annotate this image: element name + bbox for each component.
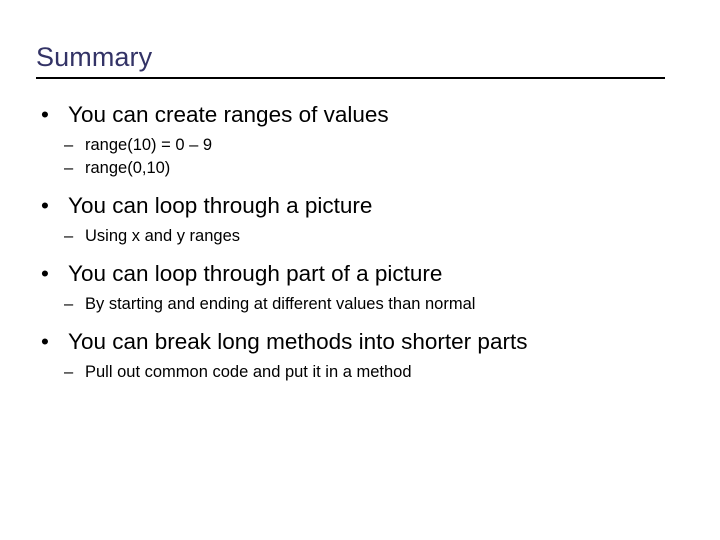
- dash-marker-icon: –: [64, 363, 74, 381]
- title-divider: [36, 77, 665, 79]
- sub-bullet-text: range(0,10): [85, 159, 171, 177]
- dash-marker-icon: –: [64, 159, 74, 177]
- bullet-group: • You can break long methods into shorte…: [0, 327, 720, 384]
- bullet-item: • You can break long methods into shorte…: [0, 327, 720, 357]
- bullet-marker-icon: •: [41, 329, 49, 354]
- slide-body: • You can create ranges of values – rang…: [0, 100, 720, 384]
- sub-bullet-item: – range(10) = 0 – 9: [0, 134, 720, 157]
- dash-marker-icon: –: [64, 227, 74, 245]
- sub-bullet-text: Using x and y ranges: [85, 227, 241, 245]
- bullet-group: • You can loop through part of a picture…: [0, 259, 720, 316]
- bullet-group: • You can create ranges of values – rang…: [0, 100, 720, 180]
- sub-bullet-text: By starting and ending at different valu…: [85, 295, 476, 313]
- sub-bullet-item: – Pull out common code and put it in a m…: [0, 361, 720, 384]
- title-block: Summary: [36, 40, 666, 82]
- bullet-marker-icon: •: [41, 102, 49, 127]
- bullet-text: You can create ranges of values: [68, 102, 389, 127]
- sub-bullet-item: – range(0,10): [0, 157, 720, 180]
- bullet-marker-icon: •: [41, 193, 49, 218]
- bullet-marker-icon: •: [41, 261, 49, 286]
- sub-bullet-text: Pull out common code and put it in a met…: [85, 363, 412, 381]
- bullet-item: • You can create ranges of values: [0, 100, 720, 130]
- dash-marker-icon: –: [64, 136, 74, 154]
- sub-bullet-item: – Using x and y ranges: [0, 225, 720, 248]
- bullet-group: • You can loop through a picture – Using…: [0, 191, 720, 248]
- bullet-text: You can loop through a picture: [68, 193, 373, 218]
- bullet-text: You can loop through part of a picture: [68, 261, 443, 286]
- slide: Summary • You can create ranges of value…: [0, 0, 720, 540]
- bullet-item: • You can loop through part of a picture: [0, 259, 720, 289]
- bullet-item: • You can loop through a picture: [0, 191, 720, 221]
- bullet-text: You can break long methods into shorter …: [68, 329, 528, 354]
- sub-bullet-text: range(10) = 0 – 9: [85, 136, 213, 154]
- dash-marker-icon: –: [64, 295, 74, 313]
- page-title: Summary: [36, 42, 153, 72]
- sub-bullet-item: – By starting and ending at different va…: [0, 293, 720, 316]
